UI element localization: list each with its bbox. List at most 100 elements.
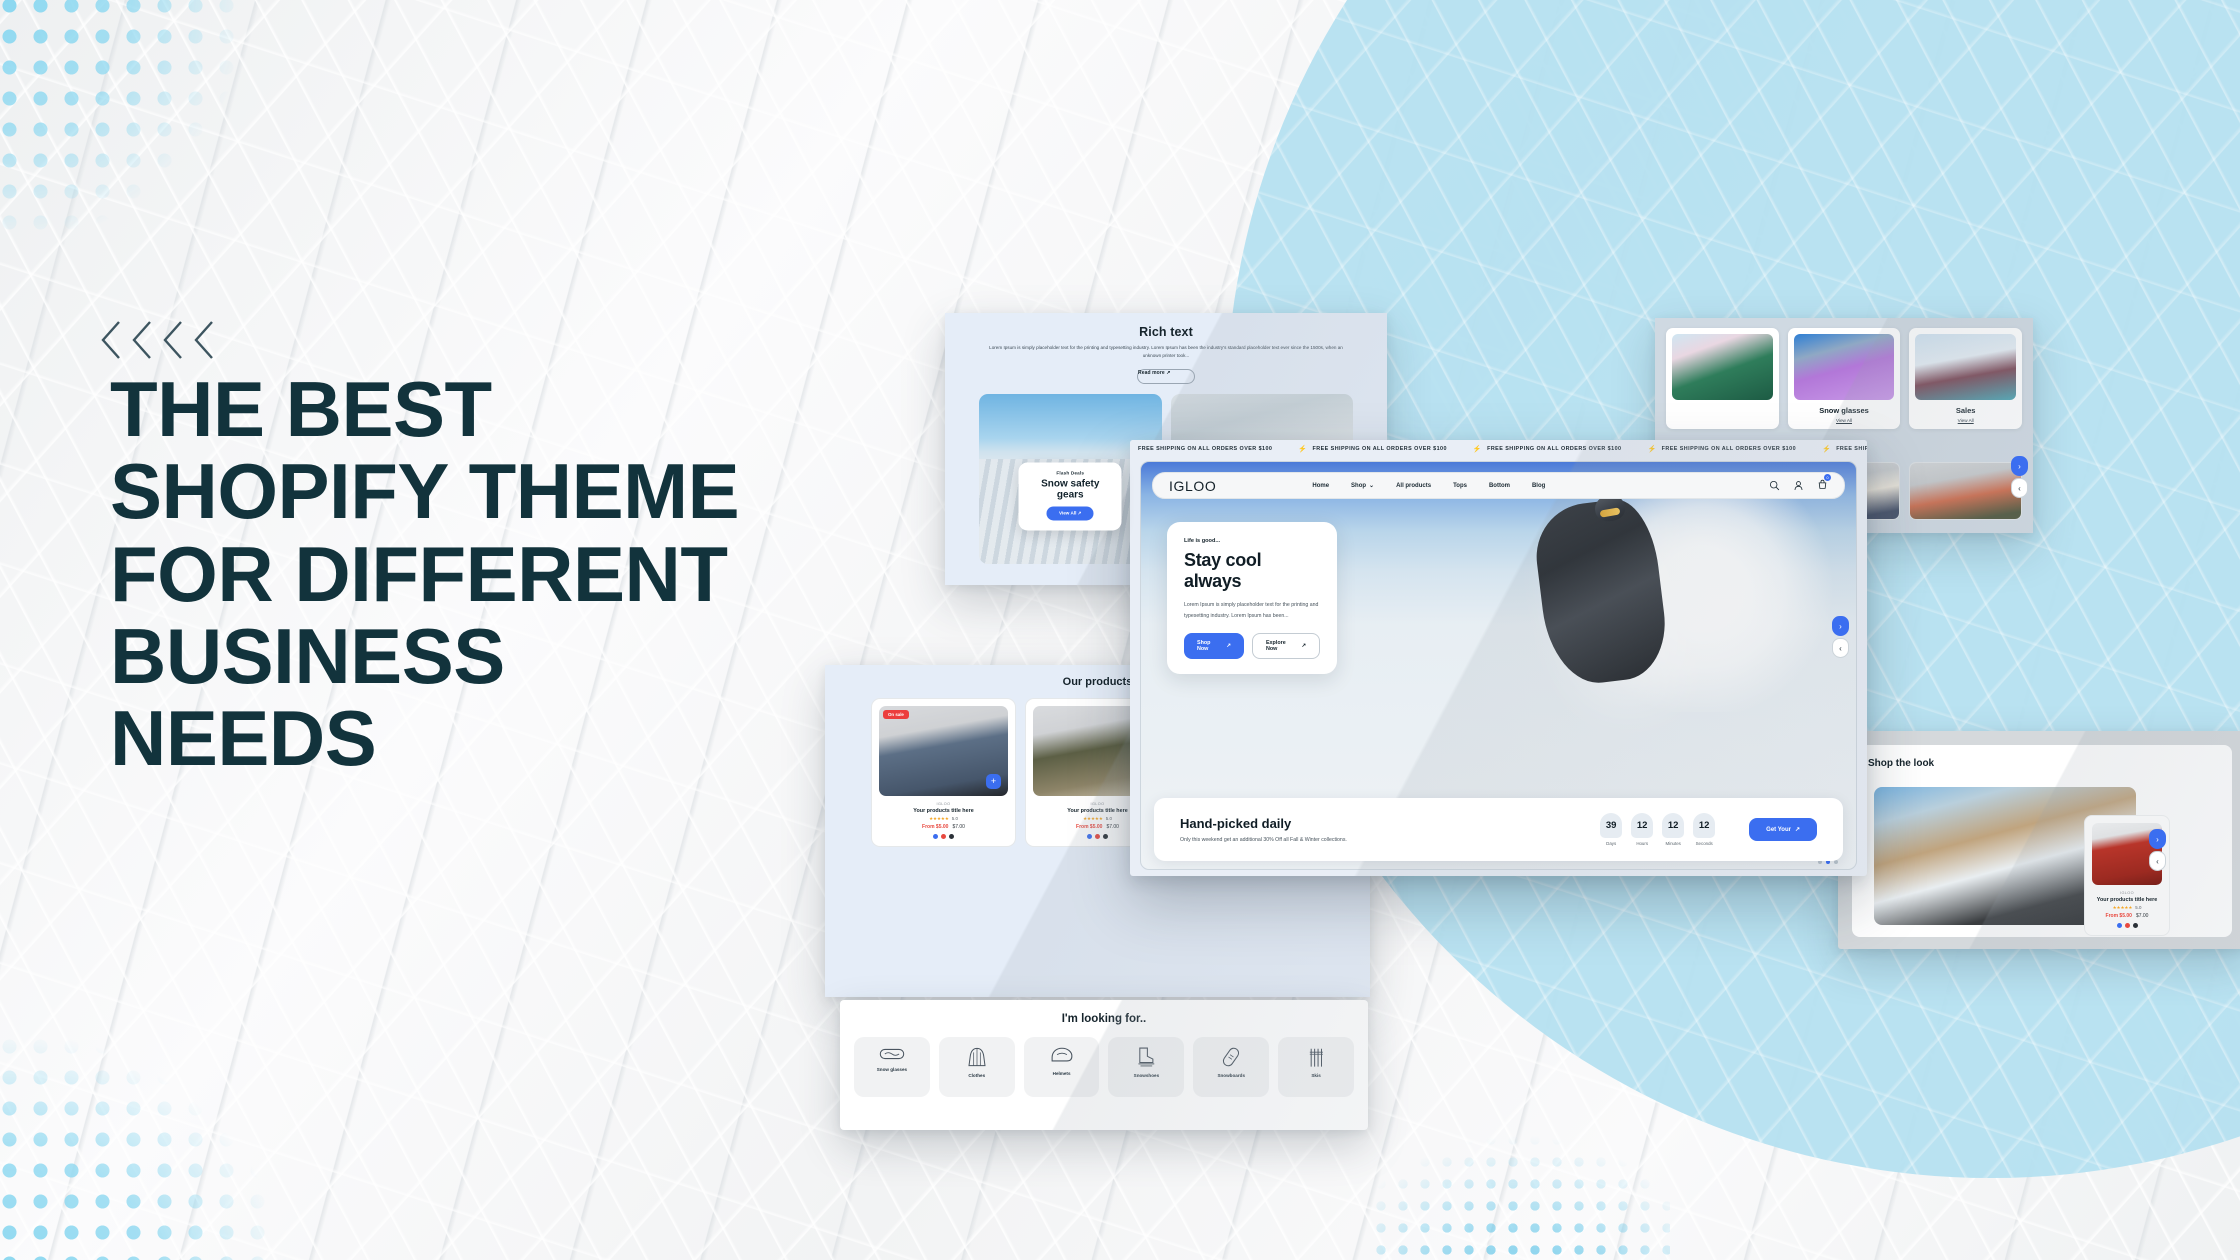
user-icon[interactable]: [1793, 480, 1804, 491]
hero-slider-arrows[interactable]: › ‹: [1832, 616, 1849, 658]
chevron-right-icon[interactable]: ›: [1832, 616, 1849, 636]
product-rating: ★★★★★5.0: [2092, 905, 2162, 911]
mockup-shop-the-look-panel[interactable]: Shop the look IGLOO Your products title …: [1838, 731, 2240, 949]
category-tile-row: Snow glasses Clothes Helmets Snowshoes S…: [840, 1025, 1368, 1097]
category-tile-skis[interactable]: Skis: [1278, 1037, 1354, 1097]
hero-content-card: Life is good... Stay cool always Lorem I…: [1167, 522, 1337, 674]
lightning-bolt-icon: ⚡: [1298, 445, 1308, 453]
product-card[interactable]: On sale + IGLOO Your products title here…: [871, 698, 1016, 847]
get-your-button[interactable]: Get Your ↗: [1749, 818, 1817, 841]
product-brand: IGLOO: [936, 802, 951, 806]
color-swatches[interactable]: [879, 834, 1008, 839]
color-swatches[interactable]: [2092, 923, 2162, 928]
store-logo[interactable]: IGLOO: [1169, 478, 1216, 494]
nav-link-blog[interactable]: Blog: [1532, 482, 1545, 489]
lightning-bolt-icon: ⚡: [1822, 445, 1832, 453]
goggles-icon: [879, 1048, 905, 1060]
chevron-left-icon[interactable]: ‹: [1832, 638, 1849, 658]
rich-text-title: Rich text: [1139, 325, 1193, 339]
nav-label: Blog: [1531, 482, 1546, 489]
collection-image: [1793, 334, 1895, 400]
jacket-icon: [968, 1047, 986, 1067]
product-thumb[interactable]: [1909, 462, 2023, 520]
nav-link-shop[interactable]: Shop ⌄: [1351, 482, 1375, 490]
promo-banner: Hand-picked daily Only this weekend get …: [1154, 798, 1843, 861]
collection-card[interactable]: Snow glasses View All: [1787, 328, 1901, 429]
promo-title: Hand-picked daily: [1180, 816, 1292, 831]
snowboard-icon: [1223, 1047, 1240, 1067]
nav-link-home[interactable]: Home: [1312, 482, 1329, 489]
category-tile-snowshoes[interactable]: Snowshoes: [1108, 1037, 1185, 1097]
countdown-value: 12: [1693, 813, 1716, 838]
nav-link-bottom[interactable]: Bottom: [1489, 482, 1510, 489]
skate-boot-icon: [1138, 1047, 1155, 1067]
price-current: From $5.00: [922, 824, 949, 830]
chevron-down-icon: ⌄: [1369, 483, 1375, 489]
countdown-timer: 39 Days 12 Hours 12 Minutes 12 Seconds: [1600, 813, 1716, 846]
countdown-label: Minutes: [1665, 841, 1681, 846]
search-icon[interactable]: [1769, 480, 1780, 491]
category-label: Skis: [1311, 1073, 1321, 1078]
collection-card[interactable]: [1666, 328, 1779, 429]
hero-body: Lorem Ipsum is simply placeholder text f…: [1184, 602, 1319, 619]
explore-now-button[interactable]: Explore Now ↗: [1251, 632, 1320, 659]
chevron-left-icon[interactable]: ‹: [2011, 478, 2028, 498]
collection-card-row: Snow glasses View All Sales View All: [1655, 318, 2033, 429]
announcement-text: FREE SHIPPING ON ALL ORDERS OVER $100: [1312, 445, 1447, 452]
category-label: Snow glasses: [876, 1067, 908, 1072]
category-label: Snowshoes: [1133, 1073, 1160, 1078]
category-tile-snow-glasses[interactable]: Snow glasses: [854, 1037, 930, 1097]
headline-line: THE BEST: [110, 365, 492, 453]
shop-look-heading: Shop the look: [1868, 758, 1935, 769]
headline-line: SHOPIFY THEME: [110, 447, 740, 536]
nav-link-tops[interactable]: Tops: [1453, 482, 1467, 489]
halftone-dots-top-left: [0, 0, 324, 320]
mockup-main-storefront[interactable]: FREE SHIPPING ON ALL ORDERS OVER $100 ⚡ F…: [1130, 440, 1867, 876]
rich-text-body: Lorem Ipsum is simply placeholder text f…: [989, 345, 1343, 359]
collection-view-all-link[interactable]: View All: [1794, 418, 1895, 423]
countdown-value: 39: [1600, 813, 1623, 838]
promo-text-block: Hand-picked daily Only this weekend get …: [1180, 816, 1347, 843]
chevron-left-icon: [132, 321, 151, 359]
category-tile-snowboards[interactable]: Snowboards: [1193, 1037, 1270, 1097]
announcement-text: FREE SHIPPING ON ALL ORDERS OVER $100: [1487, 445, 1622, 452]
shop-look-slider-arrows[interactable]: › ‹: [2149, 829, 2166, 871]
halftone-dots-bottom-center: [1370, 1085, 1670, 1260]
collections-slider-arrows[interactable]: › ‹: [2011, 456, 2028, 498]
product-rating: ★★★★★5.0: [879, 816, 1008, 822]
hero-title: Stay cool always: [1184, 550, 1262, 591]
collection-card[interactable]: Sales View All: [1909, 328, 2023, 429]
star-icon: ★★★★★: [1083, 816, 1103, 821]
chevron-left-icon: [194, 321, 213, 359]
announcement-item: ⚡ FREE SHIPPING ON ALL ORDERS OVER $100: [1298, 445, 1447, 453]
headline-line: NEEDS: [110, 694, 377, 783]
chevron-left-icon[interactable]: ‹: [2149, 851, 2166, 871]
announcement-text: FREE SHIPPING ON ALL ORDERS OVER $100: [1836, 445, 1867, 452]
storefront-viewport: IGLOO Home Shop ⌄ All products Tops Botto…: [1140, 461, 1857, 870]
category-tile-helmets[interactable]: Helmets: [1023, 1037, 1100, 1097]
category-tile-clothes[interactable]: Clothes: [938, 1037, 1015, 1097]
shop-now-button[interactable]: Shop Now ↗: [1184, 632, 1244, 659]
countdown-unit-hours: 12 Hours: [1631, 813, 1654, 846]
chevron-right-icon[interactable]: ›: [2011, 456, 2028, 476]
price-original: $7.00: [2135, 913, 2149, 919]
countdown-label: Seconds: [1695, 841, 1713, 846]
flash-deal-view-all-button[interactable]: View All ↗: [1046, 506, 1094, 521]
chevron-decoration: [95, 318, 218, 362]
collection-view-all-link[interactable]: View All: [1915, 418, 2016, 423]
nav-label: All products: [1396, 482, 1432, 489]
announcement-item: ⚡ FREE SHIPPING ON ALL ORDERS OVER $100: [1822, 445, 1867, 453]
flash-deal-button-label: View All: [1058, 510, 1077, 516]
headline-line: BUSINESS: [110, 611, 505, 700]
rating-value: 5.0: [1105, 816, 1112, 821]
nav-link-all-products[interactable]: All products: [1396, 482, 1431, 489]
rating-value: 5.0: [951, 816, 958, 821]
mockup-looking-for-panel[interactable]: I'm looking for.. Snow glasses Clothes H…: [840, 1000, 1368, 1130]
status-badge: On sale: [883, 710, 909, 719]
flash-deal-card[interactable]: Flash Deals Snow safety gears View All ↗: [1018, 462, 1122, 531]
add-to-cart-button[interactable]: +: [986, 774, 1001, 789]
nav-label: Bottom: [1488, 482, 1510, 489]
read-more-button[interactable]: Read more ↗: [1137, 368, 1195, 384]
announcement-text: FREE SHIPPING ON ALL ORDERS OVER $100: [1138, 445, 1273, 452]
chevron-right-icon[interactable]: ›: [2149, 829, 2166, 849]
